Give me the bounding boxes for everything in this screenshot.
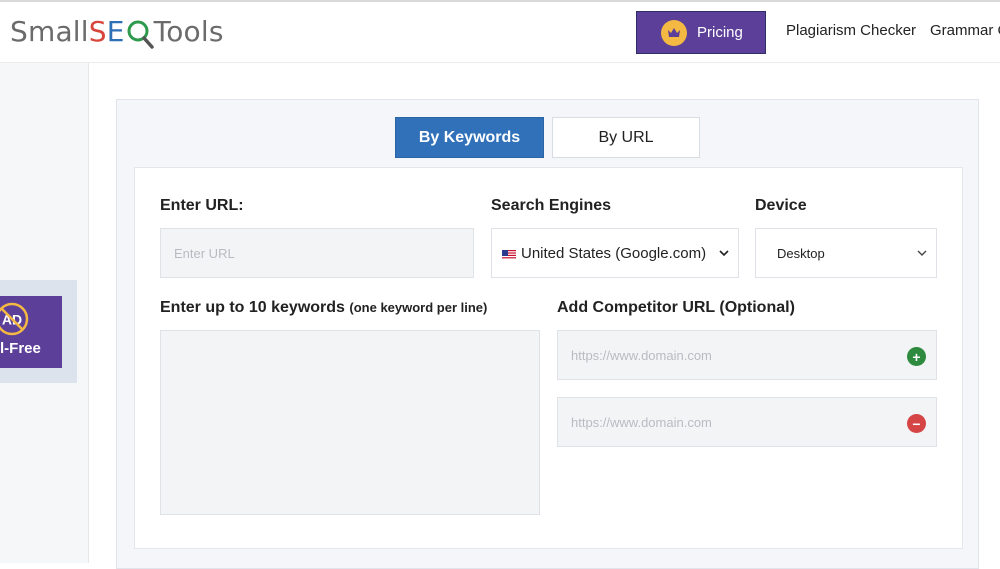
tab-by-keywords[interactable]: By Keywords [395, 117, 544, 158]
chevron-down-icon [917, 250, 927, 256]
chevron-down-icon [719, 250, 729, 257]
magnifier-icon [126, 18, 154, 49]
competitor-url-field-1 [557, 330, 937, 380]
device-select[interactable]: Desktop [755, 228, 937, 278]
keywords-label-text: Enter up to 10 keywords [160, 299, 345, 316]
ad-free-badge: AD l-Free [0, 296, 62, 368]
nav-grammar-checker[interactable]: Grammar C [930, 22, 1000, 39]
competitor-url-input-1[interactable] [558, 331, 936, 379]
keywords-textarea-wrapper [160, 330, 540, 515]
remove-competitor-icon[interactable]: − [907, 414, 926, 433]
logo-text-small: Small [10, 14, 89, 48]
ad-free-text: l-Free [0, 340, 41, 357]
ad-free-banner[interactable]: AD l-Free [0, 280, 77, 383]
search-engine-select[interactable]: United States (Google.com) [491, 228, 739, 278]
us-flag-icon [502, 248, 516, 259]
pricing-button[interactable]: Pricing [636, 11, 766, 54]
no-ads-icon: AD [0, 301, 30, 337]
search-engines-label: Search Engines [491, 197, 612, 214]
url-input-wrapper [160, 228, 474, 278]
crown-icon [661, 19, 687, 46]
logo-seo-mark: S E [88, 14, 154, 49]
device-value: Desktop [777, 245, 825, 261]
tab-by-url[interactable]: By URL [552, 117, 700, 158]
left-sidebar: AD l-Free [0, 63, 89, 563]
pricing-label: Pricing [697, 24, 743, 41]
keywords-hint: (one keyword per line) [349, 300, 488, 315]
url-input[interactable] [161, 229, 473, 277]
competitor-url-field-2 [557, 397, 937, 447]
search-engine-value: United States (Google.com) [521, 244, 707, 262]
rank-checker-panel: By Keywords By URL Enter URL: Search Eng… [116, 99, 979, 569]
site-header: Small S E Tools Pricing Plagiarism Check… [0, 2, 1000, 63]
site-logo[interactable]: Small S E Tools [10, 11, 224, 51]
logo-letter-e: E [106, 14, 125, 48]
add-competitor-icon[interactable]: + [907, 347, 926, 366]
nav-plagiarism-checker[interactable]: Plagiarism Checker [786, 22, 916, 39]
competitor-label: Add Competitor URL (Optional) [557, 299, 795, 316]
logo-text-tools: Tools [153, 14, 224, 48]
logo-letter-s: S [88, 14, 107, 48]
keywords-label: Enter up to 10 keywords (one keyword per… [160, 299, 487, 317]
competitor-url-input-2[interactable] [558, 398, 936, 446]
keyword-form: Enter URL: Search Engines United States … [134, 167, 963, 549]
device-label: Device [755, 197, 807, 214]
url-label: Enter URL: [160, 197, 244, 214]
keywords-textarea[interactable] [161, 331, 539, 514]
